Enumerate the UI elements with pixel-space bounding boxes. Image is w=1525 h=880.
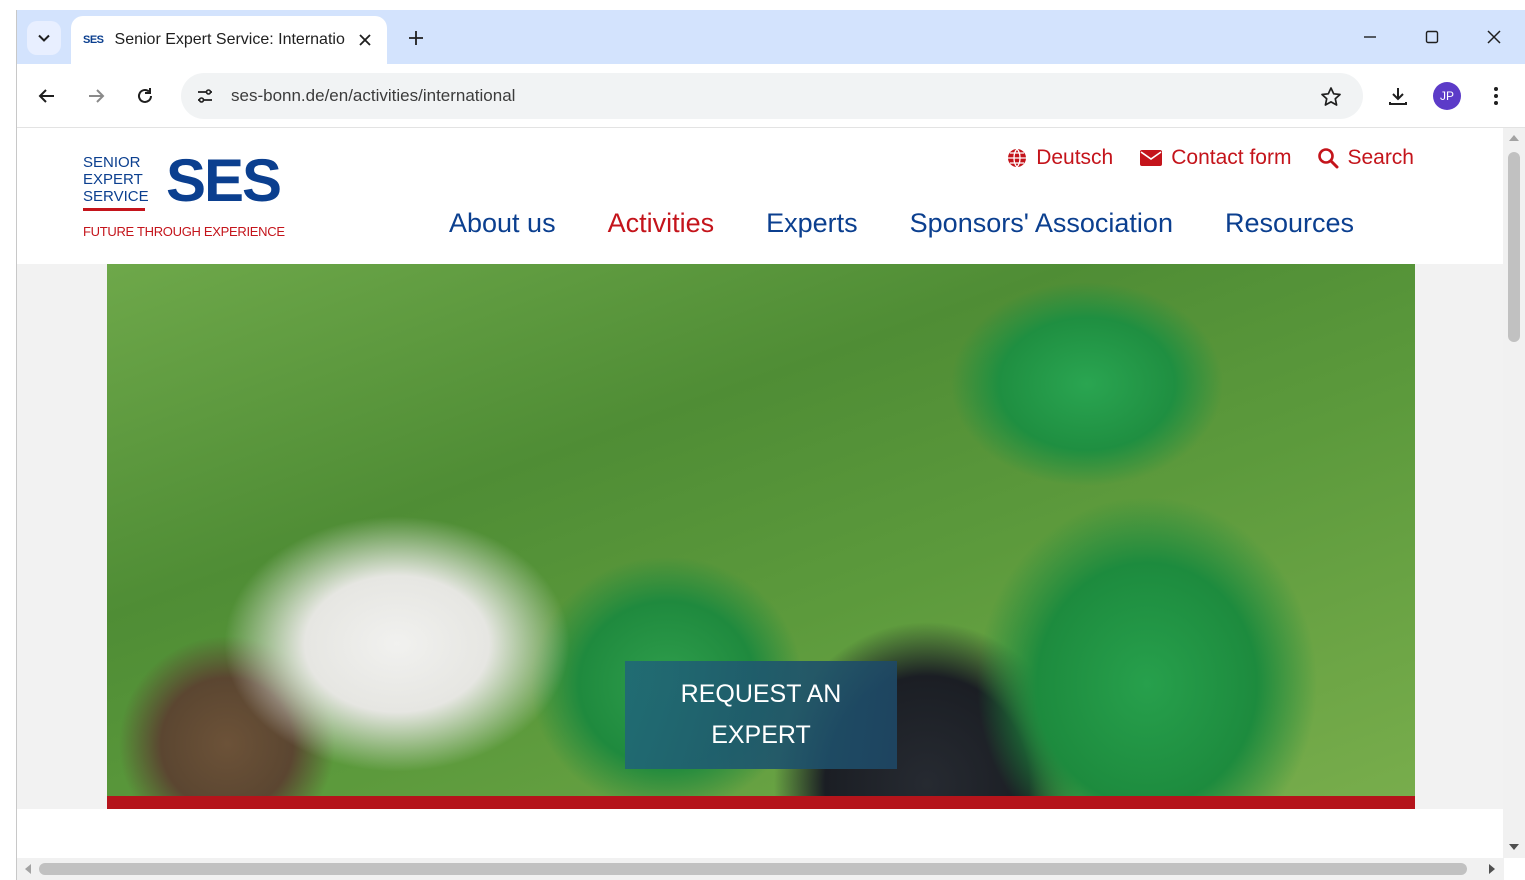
reload-icon bbox=[138, 88, 152, 103]
close-window-button[interactable] bbox=[1469, 20, 1519, 54]
nav-experts[interactable]: Experts bbox=[766, 208, 858, 239]
scroll-left-arrow[interactable] bbox=[25, 864, 31, 874]
tab-title: Senior Expert Service: International bbox=[114, 31, 345, 48]
scroll-down-arrow[interactable] bbox=[1509, 844, 1519, 850]
arrow-left-icon bbox=[38, 89, 54, 103]
logo-red-bar bbox=[83, 208, 145, 211]
contact-form-label: Contact form bbox=[1171, 146, 1292, 169]
logo-line-2: EXPERT bbox=[83, 171, 143, 188]
tab-active[interactable]: SES Senior Expert Service: International bbox=[71, 16, 387, 64]
minimize-button[interactable] bbox=[1345, 20, 1395, 54]
language-label: Deutsch bbox=[1036, 146, 1114, 169]
profile-avatar[interactable]: JP bbox=[1433, 82, 1461, 110]
favicon: SES bbox=[83, 34, 104, 46]
browser-window: SES Senior Expert Service: International bbox=[16, 10, 1525, 880]
url-text[interactable]: ses-bonn.de/en/activities/international bbox=[231, 86, 515, 106]
close-icon bbox=[359, 34, 371, 46]
bookmark-button[interactable] bbox=[1317, 83, 1345, 111]
logo-line-3: SERVICE bbox=[83, 188, 149, 205]
tab-close-button[interactable] bbox=[355, 30, 375, 50]
ses-logo[interactable]: SENIOR EXPERT SERVICE SES FUTURE THROUGH… bbox=[83, 147, 303, 242]
nav-sponsors-association[interactable]: Sponsors' Association bbox=[910, 208, 1173, 239]
back-button[interactable] bbox=[29, 78, 65, 114]
forward-button[interactable] bbox=[78, 78, 114, 114]
request-expert-button[interactable]: REQUEST AN EXPERT bbox=[625, 661, 897, 769]
download-icon bbox=[1389, 88, 1407, 105]
contact-form-link[interactable]: Contact form bbox=[1139, 146, 1291, 170]
star-icon bbox=[1321, 87, 1341, 106]
more-vert-icon bbox=[1494, 87, 1498, 105]
tab-strip: SES Senior Expert Service: International bbox=[17, 10, 1525, 64]
envelope-icon bbox=[1140, 150, 1163, 166]
globe-icon bbox=[1008, 148, 1027, 168]
logo-line-1: SENIOR bbox=[83, 154, 141, 171]
horizontal-scroll-thumb[interactable] bbox=[39, 863, 1467, 875]
search-link[interactable]: Search bbox=[1317, 146, 1414, 170]
plus-icon bbox=[409, 31, 423, 45]
downloads-button[interactable] bbox=[1380, 78, 1416, 114]
nav-resources[interactable]: Resources bbox=[1225, 208, 1354, 239]
tune-icon bbox=[198, 89, 212, 103]
menu-button[interactable] bbox=[1478, 78, 1514, 114]
maximize-button[interactable] bbox=[1407, 20, 1457, 54]
top-utility-nav: Deutsch Contact form Search bbox=[1006, 146, 1414, 170]
minimize-icon bbox=[1364, 36, 1376, 38]
arrow-right-icon bbox=[89, 89, 105, 103]
scroll-right-arrow[interactable] bbox=[1489, 864, 1495, 874]
nav-about-us[interactable]: About us bbox=[449, 208, 556, 239]
logo-wordmark-small: SENIOR EXPERT SERVICE bbox=[83, 154, 149, 205]
nav-activities[interactable]: Activities bbox=[608, 208, 715, 239]
site-header: SENIOR EXPERT SERVICE SES FUTURE THROUGH… bbox=[17, 128, 1504, 264]
horizontal-scrollbar[interactable] bbox=[17, 858, 1504, 880]
maximize-icon bbox=[1425, 30, 1439, 44]
logo-tagline: FUTURE THROUGH EXPERIENCE bbox=[83, 224, 285, 239]
scroll-up-arrow[interactable] bbox=[1509, 135, 1519, 141]
new-tab-button[interactable] bbox=[401, 23, 431, 53]
search-label: Search bbox=[1347, 146, 1414, 169]
hero-red-stripe bbox=[107, 796, 1415, 809]
search-icon bbox=[1318, 148, 1339, 169]
main-nav: About us Activities Experts Sponsors' As… bbox=[449, 208, 1354, 239]
browser-toolbar: ses-bonn.de/en/activities/international … bbox=[17, 64, 1525, 128]
reload-button[interactable] bbox=[127, 78, 163, 114]
request-expert-label: REQUEST AN EXPERT bbox=[680, 680, 842, 749]
chevron-down-icon bbox=[38, 34, 50, 42]
page-viewport: SENIOR EXPERT SERVICE SES FUTURE THROUGH… bbox=[17, 128, 1504, 858]
language-link[interactable]: Deutsch bbox=[1006, 146, 1113, 170]
logo-wordmark-big: SES bbox=[166, 147, 282, 214]
address-bar[interactable]: ses-bonn.de/en/activities/international bbox=[181, 73, 1363, 119]
site-info-button[interactable] bbox=[191, 82, 219, 110]
vertical-scroll-thumb[interactable] bbox=[1508, 152, 1520, 342]
close-icon bbox=[1487, 30, 1501, 44]
vertical-scrollbar[interactable] bbox=[1503, 128, 1525, 858]
tab-search-button[interactable] bbox=[27, 21, 61, 55]
screen: SES Senior Expert Service: International bbox=[0, 0, 1525, 880]
